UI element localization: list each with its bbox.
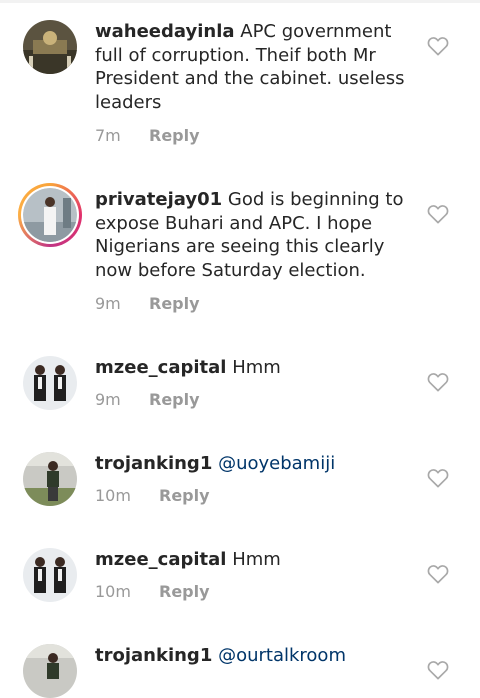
reply-button[interactable]: Reply [159, 582, 210, 601]
comment-meta: 9m Reply [95, 294, 200, 313]
comment-time: 9m [95, 294, 121, 313]
mention-link[interactable]: @ourtalkroom [218, 645, 346, 666]
comment-meta: 7m Reply [95, 126, 200, 145]
comment-text: mzee_capital Hmm [95, 356, 415, 380]
comment-body: Hmm [232, 549, 281, 570]
comment-meta: 10m Reply [95, 582, 210, 601]
comment-username[interactable]: mzee_capital [95, 357, 226, 378]
comment-time: 10m [95, 582, 131, 601]
heart-outline-icon[interactable] [427, 564, 449, 584]
heart-outline-icon[interactable] [427, 660, 449, 680]
heart-outline-icon[interactable] [427, 204, 449, 224]
comment-username[interactable]: waheedayinla [95, 21, 235, 42]
mention-link[interactable]: @uoyebamiji [218, 453, 335, 474]
comment-username[interactable]: privatejay01 [95, 189, 222, 210]
comment-time: 7m [95, 126, 121, 145]
heart-outline-icon[interactable] [427, 36, 449, 56]
comment-meta: 10m Reply [95, 486, 210, 505]
user-avatar[interactable] [23, 644, 77, 698]
reply-button[interactable]: Reply [149, 126, 200, 145]
comment-time: 10m [95, 486, 131, 505]
comment-text: mzee_capital Hmm [95, 548, 415, 572]
comment-text: privatejay01 God is beginning to expose … [95, 188, 415, 282]
user-avatar[interactable] [23, 356, 77, 410]
comment-username[interactable]: mzee_capital [95, 549, 226, 570]
comment-username[interactable]: trojanking1 [95, 645, 212, 666]
user-avatar-story-ring[interactable] [18, 183, 82, 247]
reply-button[interactable]: Reply [159, 486, 210, 505]
comment-time: 9m [95, 390, 121, 409]
heart-outline-icon[interactable] [427, 372, 449, 392]
heart-outline-icon[interactable] [427, 468, 449, 488]
comment-username[interactable]: trojanking1 [95, 453, 212, 474]
comment-meta: 9m Reply [95, 390, 200, 409]
avatar-inner [21, 186, 79, 244]
user-avatar[interactable] [23, 548, 77, 602]
user-avatar[interactable] [23, 20, 77, 74]
comment-text: trojanking1 @uoyebamiji [95, 452, 415, 476]
comment-text: waheedayinla APC government full of corr… [95, 20, 415, 114]
reply-button[interactable]: Reply [149, 294, 200, 313]
top-divider [0, 0, 480, 3]
comment-text: trojanking1 @ourtalkroom [95, 644, 415, 668]
comment-body: Hmm [232, 357, 281, 378]
user-avatar[interactable] [23, 452, 77, 506]
reply-button[interactable]: Reply [149, 390, 200, 409]
